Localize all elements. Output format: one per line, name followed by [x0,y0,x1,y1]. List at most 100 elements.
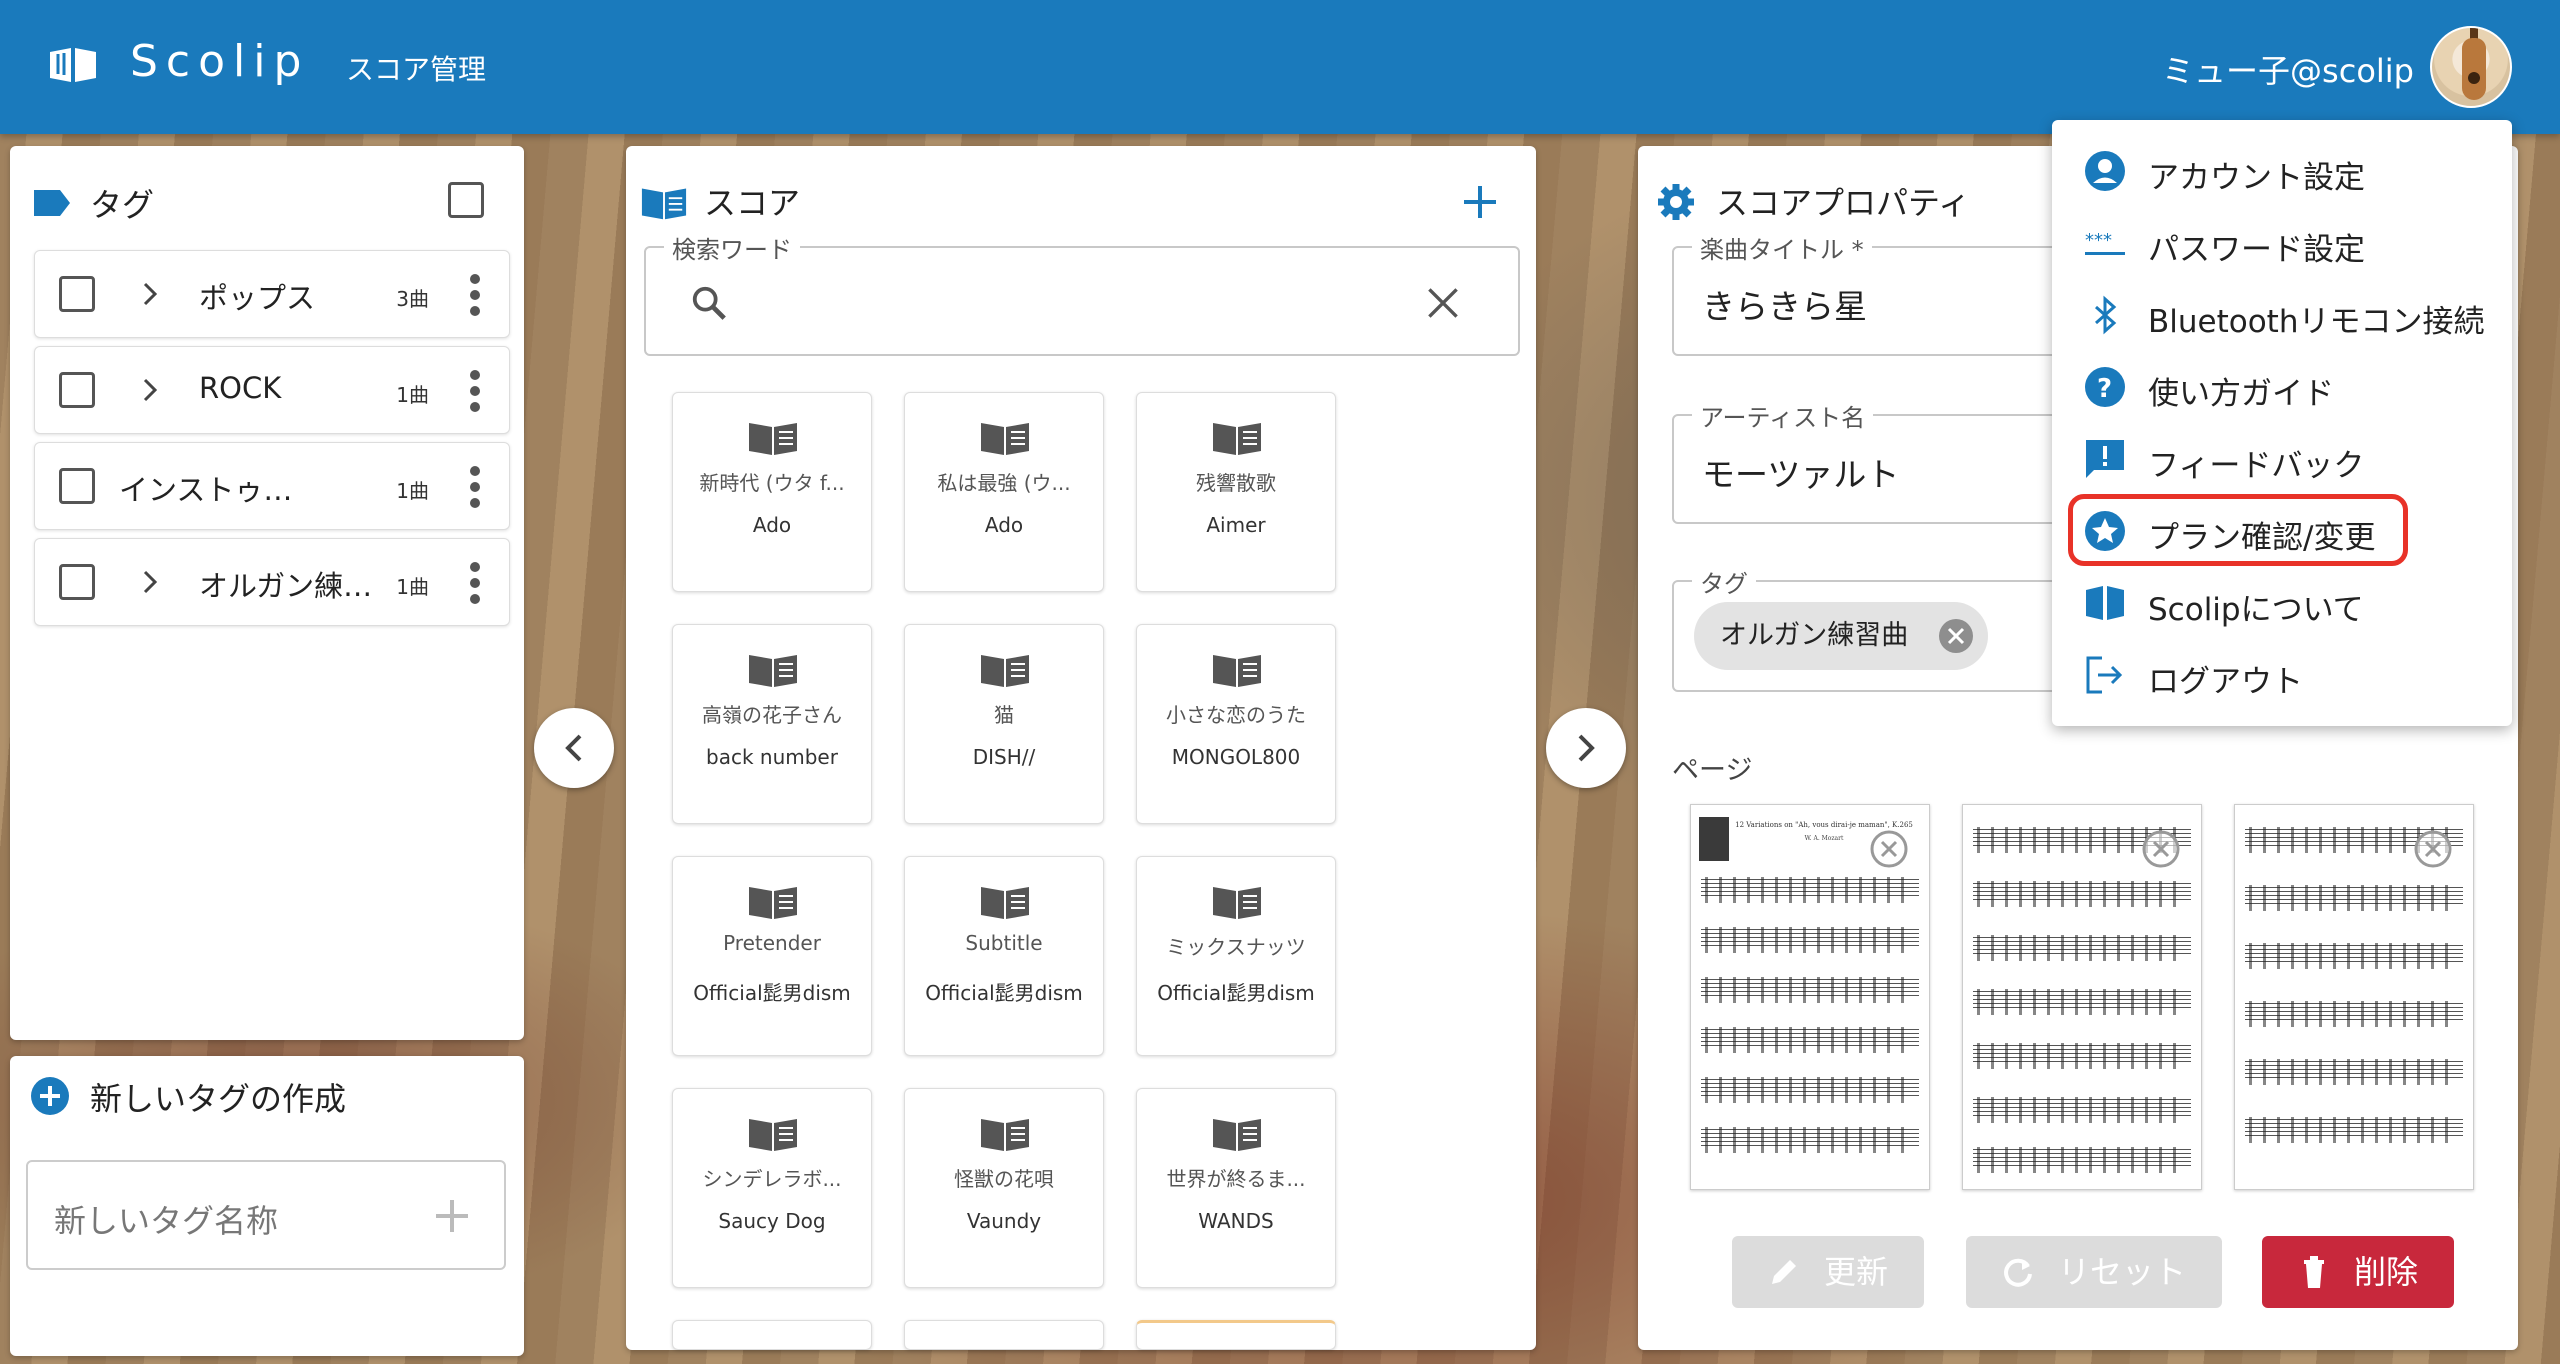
score-card-partial[interactable] [904,1320,1104,1350]
score-card[interactable]: Subtitle Official髭男dism [904,856,1104,1056]
tag-checkbox[interactable] [59,372,95,408]
delete-button[interactable]: 削除 [2262,1236,2454,1308]
score-card[interactable]: 小さな恋のうた MONGOL800 [1136,624,1336,824]
svg-text:***: *** [2085,230,2112,251]
help-icon: ? [2085,367,2125,407]
logout-icon [2086,656,2123,694]
remove-page-icon[interactable] [1869,829,1909,869]
search-field[interactable]: 検索ワード [644,230,1520,356]
chevron-right-icon[interactable] [135,375,165,405]
svg-text:?: ? [2097,374,2112,404]
chevron-left-icon [565,734,582,762]
bluetooth-icon [2095,295,2117,335]
book-icon [981,423,1029,455]
book-icon [1213,1119,1261,1151]
new-tag-title: 新しいタグの作成 [90,1080,347,1118]
more-vert-icon[interactable] [469,465,481,509]
score-card[interactable]: 世界が終るま... WANDS [1136,1088,1336,1288]
reset-button[interactable]: リセット [1966,1236,2222,1308]
tag-count: 1曲 [396,383,429,407]
account-circle-icon [2085,151,2125,191]
next-page-button[interactable] [1546,708,1626,788]
page-thumbnail-1[interactable]: 12 Variations on "Ah, vous dirai-je mama… [1690,804,1930,1190]
add-icon[interactable] [432,1196,472,1236]
more-vert-icon[interactable] [469,273,481,317]
remove-page-icon[interactable] [2413,829,2453,869]
score-card[interactable]: 私は最強 (ウ... Ado [904,392,1104,592]
new-tag-name-input[interactable]: 新しいタグ名称 [26,1160,506,1270]
score-title: 小さな恋のうた [1166,703,1306,727]
score-card[interactable]: 残響散歌 Aimer [1136,392,1336,592]
book-icon [2086,586,2124,620]
add-score-button[interactable] [1460,182,1500,222]
tag-checkbox[interactable] [59,468,95,504]
menu-item-about[interactable]: Scolipについて [2052,566,2512,638]
menu-item-password-settings[interactable]: *** パスワード設定 [2052,206,2512,278]
score-card-partial[interactable] [1136,1320,1336,1350]
tag-count: 3曲 [396,287,429,311]
score-artist: Aimer [1206,513,1266,537]
tag-legend: タグ [1692,564,1756,599]
score-card[interactable]: 高嶺の花子さん back number [672,624,872,824]
page-heading: 12 Variations on "Ah, vous dirai-je mama… [1735,821,1913,829]
score-artist: Official髭男dism [925,981,1083,1005]
chevron-right-icon[interactable] [135,567,165,597]
score-card[interactable]: 猫 DISH// [904,624,1104,824]
prev-page-button[interactable] [534,708,614,788]
score-card[interactable]: ミックスナッツ Official髭男dism [1136,856,1336,1056]
book-icon [749,655,797,687]
menu-item-feedback[interactable]: フィードバック [2052,422,2512,494]
avatar[interactable] [2430,26,2512,108]
score-artist: Official髭男dism [693,981,851,1005]
tag-checkbox[interactable] [59,564,95,600]
more-vert-icon[interactable] [469,369,481,413]
score-card-partial[interactable] [672,1320,872,1350]
menu-item-account-settings[interactable]: アカウント設定 [2052,134,2512,206]
tag-row-pops[interactable]: ポップス 3曲 [34,250,510,338]
add-circle-icon [31,1077,69,1115]
score-card[interactable]: シンデレラボ... Saucy Dog [672,1088,872,1288]
tag-row-organ[interactable]: オルガン練… 1曲 [34,538,510,626]
song-title-value: きらきら星 [1702,287,1867,326]
clear-search-button[interactable] [1426,286,1460,320]
properties-panel-title: スコアプロパティ [1716,184,1971,222]
more-vert-icon[interactable] [469,561,481,605]
book-icon [981,655,1029,687]
score-artist: Ado [984,513,1024,537]
score-card[interactable]: 怪獣の花唄 Vaundy [904,1088,1104,1288]
artist-legend: アーティスト名 [1692,398,1874,433]
tag-label: ポップス [199,281,316,315]
menu-item-bluetooth-remote[interactable]: Bluetoothリモコン接続 [2052,278,2512,350]
menu-label: Bluetoothリモコン接続 [2148,304,2485,340]
score-card[interactable]: Pretender Official髭男dism [672,856,872,1056]
chevron-right-icon[interactable] [135,279,165,309]
menu-item-logout[interactable]: ログアウト [2052,638,2512,710]
score-title: 私は最強 (ウ... [937,471,1071,495]
remove-page-icon[interactable] [2141,829,2181,869]
update-button[interactable]: 更新 [1732,1236,1924,1308]
score-artist: DISH// [972,745,1036,769]
score-card[interactable]: 新時代 (ウタ f... Ado [672,392,872,592]
tag-row-rock[interactable]: ROCK 1曲 [34,346,510,434]
user-name[interactable]: ミュー子@scolip [2162,46,2414,92]
score-artist: Vaundy [966,1209,1042,1233]
book-icon [1213,423,1261,455]
tag-label: オルガン練… [199,569,373,603]
score-title: 残響散歌 [1196,471,1276,495]
cancel-icon[interactable] [1938,618,1974,654]
pages-label: ページ [1672,755,1753,786]
page-thumbnail-2[interactable] [1962,804,2202,1190]
brand-name[interactable]: Scolip [130,36,309,87]
tag-chip[interactable]: オルガン練習曲 [1694,602,1989,670]
book-icon [1213,655,1261,687]
tag-row-instrumental[interactable]: インストゥ… 1曲 [34,442,510,530]
select-all-tags-checkbox[interactable] [448,182,484,218]
page-thumbnail-3[interactable] [2234,804,2474,1190]
tag-checkbox[interactable] [59,276,95,312]
label-icon [34,190,70,216]
score-artist: WANDS [1198,1209,1274,1233]
portrait-image [1699,817,1729,861]
menu-item-usage-guide[interactable]: ? 使い方ガイド [2052,350,2512,422]
menu-label: Scolipについて [2148,592,2364,628]
book-icon [749,423,797,455]
